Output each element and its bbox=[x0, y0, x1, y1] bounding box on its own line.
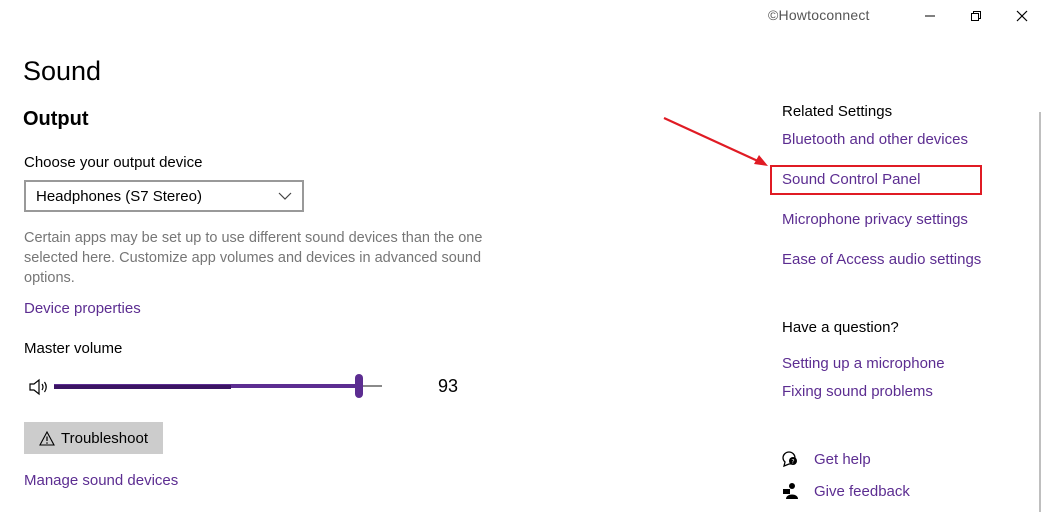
related-settings-title: Related Settings bbox=[782, 103, 893, 120]
volume-value: 93 bbox=[438, 376, 459, 396]
output-device-label: Choose your output device bbox=[24, 154, 203, 171]
troubleshoot-button[interactable]: Troubleshoot bbox=[24, 422, 163, 454]
svg-text:?: ? bbox=[791, 459, 794, 466]
red-arrow bbox=[663, 117, 768, 166]
troubleshoot-label: Troubleshoot bbox=[61, 429, 148, 447]
minimize-button[interactable] bbox=[907, 0, 953, 32]
get-help-link[interactable]: Get help bbox=[814, 451, 871, 468]
watermark: ©Howtoconnect bbox=[768, 7, 870, 23]
close-button[interactable] bbox=[999, 0, 1045, 32]
manage-sound-devices-link[interactable]: Manage sound devices bbox=[24, 472, 178, 489]
output-device-value: Headphones (S7 Stereo) bbox=[36, 187, 202, 205]
slider-thumb[interactable] bbox=[355, 374, 363, 398]
slider-fill-shadow bbox=[54, 385, 231, 389]
close-icon bbox=[1016, 10, 1028, 22]
page-title: Sound bbox=[23, 56, 102, 86]
related-link-microphone-privacy[interactable]: Microphone privacy settings bbox=[782, 211, 968, 228]
scrollbar[interactable] bbox=[1039, 112, 1041, 512]
minimize-icon bbox=[925, 15, 935, 17]
master-volume-slider[interactable] bbox=[54, 372, 382, 400]
question-link-setting-up-microphone[interactable]: Setting up a microphone bbox=[782, 355, 945, 372]
question-link-fixing-sound[interactable]: Fixing sound problems bbox=[782, 383, 933, 400]
output-section-title: Output bbox=[23, 108, 89, 130]
restore-button[interactable] bbox=[953, 0, 999, 32]
related-link-bluetooth[interactable]: Bluetooth and other devices bbox=[782, 131, 968, 148]
warning-icon bbox=[39, 430, 55, 446]
device-properties-link[interactable]: Device properties bbox=[24, 300, 141, 317]
master-volume-label: Master volume bbox=[24, 340, 123, 357]
restore-icon bbox=[971, 11, 981, 21]
highlight-box bbox=[770, 165, 982, 195]
give-feedback-link[interactable]: Give feedback bbox=[814, 483, 910, 500]
output-device-dropdown[interactable]: Headphones (S7 Stereo) bbox=[24, 180, 304, 212]
question-title: Have a question? bbox=[782, 319, 899, 336]
chevron-down-icon bbox=[278, 192, 292, 200]
related-link-ease-of-access[interactable]: Ease of Access audio settings bbox=[782, 251, 981, 268]
feedback-icon bbox=[783, 483, 798, 499]
help-icon: ? bbox=[782, 451, 797, 468]
speaker-icon[interactable] bbox=[28, 378, 50, 396]
window-controls bbox=[907, 0, 1045, 32]
output-description: Certain apps may be set up to use differ… bbox=[24, 230, 483, 286]
